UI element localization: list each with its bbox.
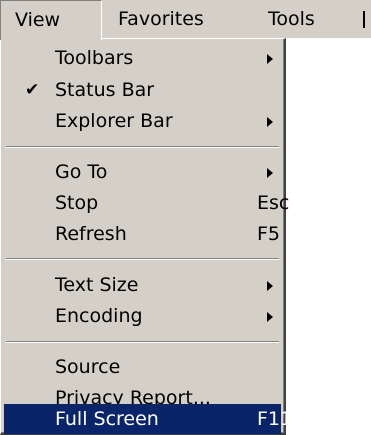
menu-separator	[6, 146, 279, 148]
menubar-next-item-partial[interactable]	[363, 0, 371, 38]
shortcut-label: Esc	[257, 192, 290, 214]
menu-item-go-to[interactable]: Go To	[4, 157, 281, 187]
menu-item-label: Text Size	[55, 274, 139, 296]
menu-item-full-screen[interactable]: Full Screen F11	[4, 404, 292, 434]
menu-item-label: Source	[55, 356, 121, 378]
checkmark-icon: ✔	[25, 80, 40, 100]
menubar-view[interactable]: View	[0, 0, 102, 40]
menubar-tools[interactable]: Tools	[268, 0, 315, 38]
menu-bar: View Favorites Tools	[0, 0, 371, 40]
shortcut-label: F5	[257, 223, 281, 245]
menu-item-refresh[interactable]: Refresh F5	[4, 219, 281, 249]
menu-item-label: Refresh	[55, 223, 127, 245]
menu-item-label: Explorer Bar	[55, 110, 173, 132]
menubar-favorites[interactable]: Favorites	[118, 0, 204, 38]
menu-item-status-bar[interactable]: ✔ Status Bar	[4, 75, 281, 105]
submenu-arrow-icon	[267, 168, 273, 178]
menu-item-label: Encoding	[55, 305, 143, 327]
menu-item-label: Stop	[55, 192, 99, 214]
menu-item-label: Full Screen	[55, 408, 159, 430]
menu-item-stop[interactable]: Stop Esc	[4, 188, 289, 218]
menu-item-label: Status Bar	[55, 79, 155, 101]
submenu-arrow-icon	[267, 54, 273, 64]
menu-item-encoding[interactable]: Encoding	[4, 301, 281, 331]
menu-separator	[6, 258, 279, 260]
submenu-arrow-icon	[267, 117, 273, 127]
submenu-arrow-icon	[267, 281, 273, 291]
menu-item-label: Go To	[55, 161, 108, 183]
menu-item-toolbars[interactable]: Toolbars	[4, 43, 281, 73]
menu-separator	[6, 341, 279, 343]
menu-item-label: Toolbars	[55, 47, 134, 69]
view-menu-dropdown: Toolbars ✔ Status Bar Explorer Bar Go To…	[0, 38, 292, 435]
menu-item-source[interactable]: Source	[4, 352, 281, 382]
menubar-partial-glyph	[363, 11, 365, 28]
submenu-arrow-icon	[267, 312, 273, 322]
shortcut-label: F11	[257, 408, 293, 430]
menu-item-text-size[interactable]: Text Size	[4, 270, 281, 300]
menu-item-explorer-bar[interactable]: Explorer Bar	[4, 106, 281, 136]
